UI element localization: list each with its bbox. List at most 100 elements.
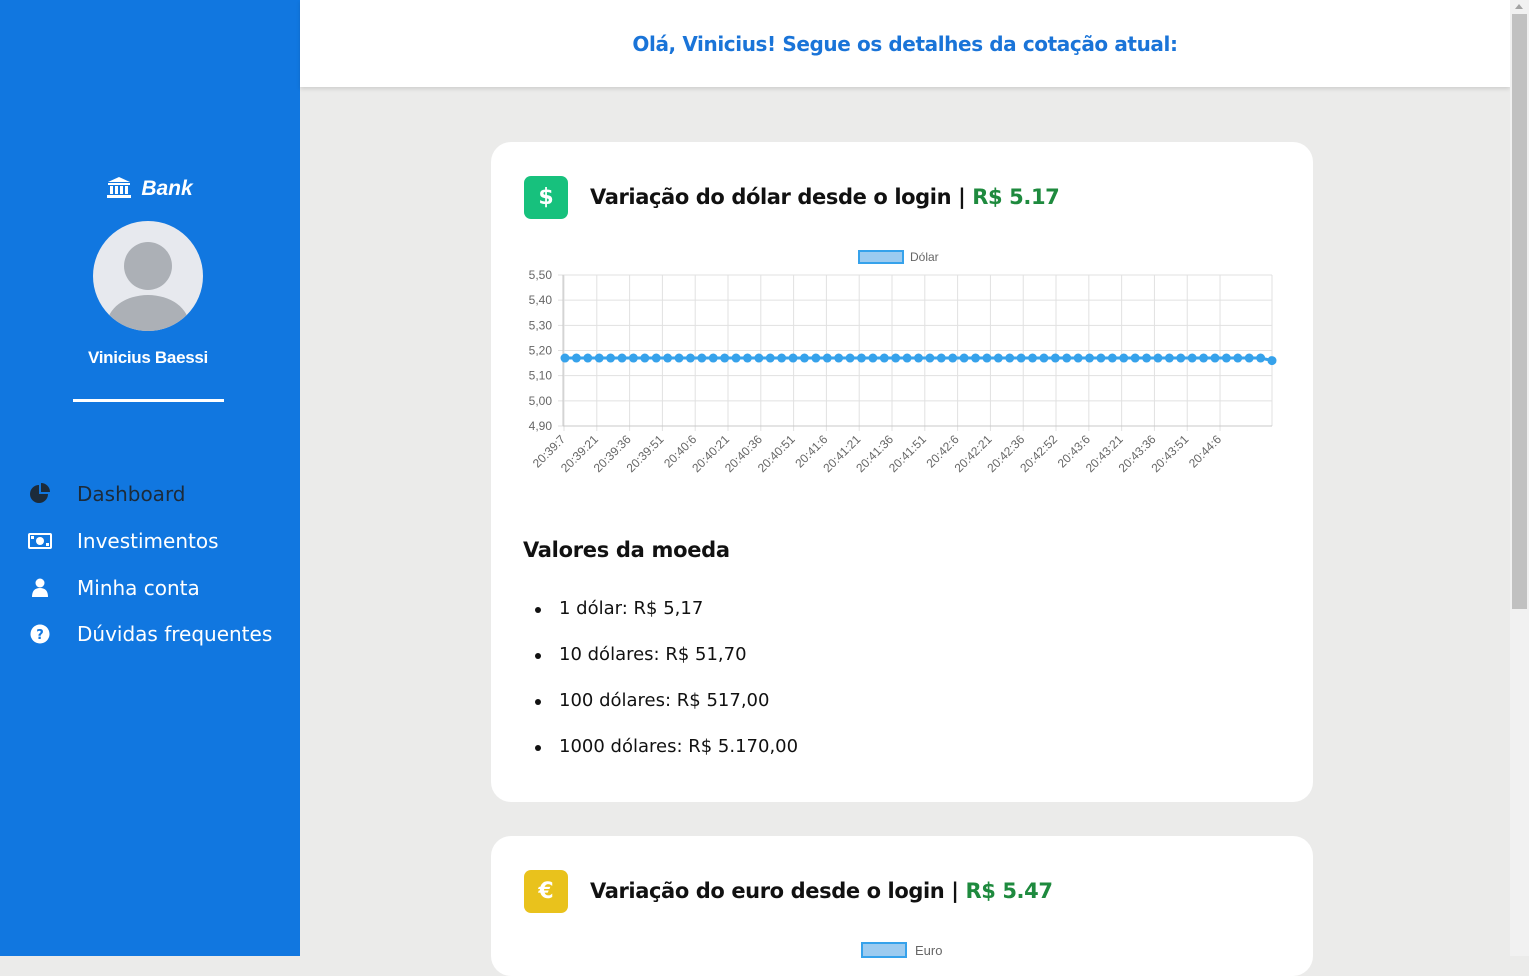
- data-point: [822, 353, 832, 363]
- data-point: [1062, 353, 1072, 363]
- data-point: [1130, 353, 1140, 363]
- data-point: [1210, 353, 1220, 363]
- scrollbar[interactable]: [1510, 0, 1529, 956]
- y-tick-label: 5,50: [529, 268, 553, 282]
- greeting-text: Olá, Vinicius! Segue os detalhes da cota…: [632, 32, 1178, 56]
- data-point: [1039, 353, 1049, 363]
- data-point: [925, 353, 935, 363]
- data-point: [971, 353, 981, 363]
- list-item: 10 dólares: R$ 51,70: [534, 638, 798, 684]
- data-point: [777, 353, 787, 363]
- data-point: [651, 353, 661, 363]
- scrollbar-thumb[interactable]: [1512, 14, 1527, 609]
- data-point: [617, 353, 627, 363]
- data-point: [674, 353, 684, 363]
- user-name: Vinicius Baessi: [88, 348, 208, 367]
- data-point: [914, 353, 923, 363]
- user-icon: [28, 577, 52, 599]
- pie-chart-icon: [28, 483, 52, 505]
- sidebar-item-label: Dúvidas frequentes: [77, 622, 273, 646]
- data-point: [697, 353, 707, 363]
- title-separator: |: [951, 879, 959, 903]
- data-point: [959, 353, 969, 363]
- bank-icon: [107, 177, 132, 198]
- data-point: [720, 353, 730, 363]
- data-point: [1221, 353, 1231, 363]
- data-point: [1119, 353, 1129, 363]
- legend-swatch: [858, 250, 904, 264]
- data-point: [1153, 353, 1163, 363]
- data-point: [742, 353, 752, 363]
- data-point: [856, 353, 866, 363]
- sidebar-item-label: Investimentos: [77, 529, 219, 553]
- euro-icon: €: [524, 869, 568, 913]
- data-point: [799, 353, 809, 363]
- sidebar-item-dashboard[interactable]: Dashboard: [28, 479, 186, 509]
- y-tick-label: 5,20: [529, 344, 553, 358]
- x-tick-label: 20:44:6: [1186, 432, 1224, 470]
- data-point: [834, 353, 844, 363]
- data-point: [1085, 353, 1095, 363]
- sidebar-item-investimentos[interactable]: Investimentos: [28, 526, 219, 556]
- data-point: [1142, 353, 1152, 363]
- question-circle-icon: ?: [28, 623, 52, 645]
- y-tick-label: 5,30: [529, 318, 553, 332]
- dollar-icon: $: [524, 175, 568, 219]
- data-point: [583, 353, 593, 363]
- data-point: [1005, 353, 1015, 363]
- usd-title-text: Variação do dólar desde o login: [590, 185, 952, 209]
- data-point: [640, 353, 650, 363]
- usd-card: $ Variação do dólar desde o login | R$ 5…: [491, 142, 1313, 802]
- svg-text:?: ?: [36, 628, 44, 643]
- data-point: [628, 353, 638, 363]
- user-silhouette-icon: [107, 242, 189, 331]
- data-point: [1176, 353, 1186, 363]
- data-point: [891, 353, 901, 363]
- data-point: [1016, 353, 1026, 363]
- sidebar-item-minha-conta[interactable]: Minha conta: [28, 573, 200, 603]
- legend-label: Euro: [915, 942, 943, 958]
- usd-card-title: Variação do dólar desde o login | R$ 5.1…: [590, 185, 1060, 209]
- data-point: [1107, 353, 1117, 363]
- data-point: [731, 353, 741, 363]
- y-tick-label: 5,10: [529, 369, 553, 383]
- data-point: [606, 353, 616, 363]
- data-point: [663, 353, 673, 363]
- data-point: [560, 353, 570, 363]
- data-point: [1256, 353, 1266, 363]
- data-point: [1267, 356, 1277, 366]
- data-point: [685, 353, 695, 363]
- brand-name: Bank: [141, 177, 193, 200]
- data-point: [1199, 353, 1209, 363]
- title-separator: |: [958, 185, 966, 209]
- y-tick-label: 4,90: [529, 419, 553, 433]
- data-point: [868, 353, 878, 363]
- legend-label: Dólar: [910, 250, 939, 264]
- data-point: [788, 353, 798, 363]
- avatar: [93, 221, 203, 331]
- data-point: [1028, 353, 1038, 363]
- eur-title-text: Variação do euro desde o login: [590, 879, 945, 903]
- usd-card-header: $ Variação do dólar desde o login | R$ 5…: [524, 175, 1060, 219]
- data-point: [1164, 353, 1174, 363]
- data-point: [936, 353, 946, 363]
- eur-price: R$ 5.47: [965, 879, 1053, 903]
- data-point: [948, 353, 958, 363]
- data-point: [1050, 353, 1060, 363]
- values-section-title: Valores da moeda: [523, 538, 730, 562]
- sidebar-item-duvidas[interactable]: ? Dúvidas frequentes: [28, 619, 272, 649]
- brand-logo[interactable]: Bank: [0, 176, 300, 201]
- list-item: 1 dólar: R$ 5,17: [534, 592, 798, 638]
- data-point: [993, 353, 1003, 363]
- sidebar-item-label: Minha conta: [77, 576, 200, 600]
- data-point: [708, 353, 718, 363]
- scroll-up-arrow-icon[interactable]: [1515, 4, 1523, 9]
- eur-card-title: Variação do euro desde o login | R$ 5.47: [590, 879, 1053, 903]
- data-point: [1096, 353, 1106, 363]
- data-point: [571, 353, 581, 363]
- y-tick-label: 5,40: [529, 293, 553, 307]
- data-point: [982, 353, 992, 363]
- data-point: [879, 353, 889, 363]
- data-point: [1073, 353, 1083, 363]
- sidebar-item-label: Dashboard: [77, 482, 186, 506]
